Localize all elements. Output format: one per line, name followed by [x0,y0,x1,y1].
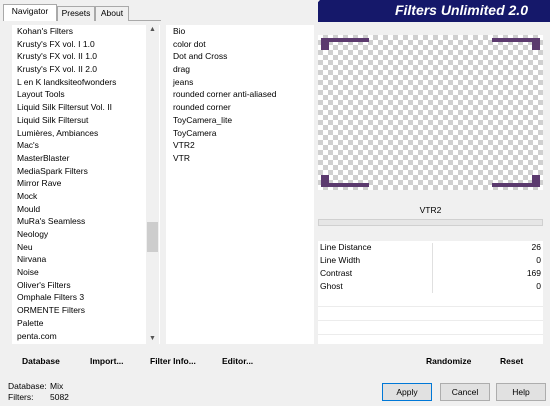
filter-list[interactable]: Bio color dot Dot and Cross drag jeans rounde… [166,25,314,344]
category-item[interactable]: L en K landksiteofwonders [12,76,160,89]
param-label: Contrast [320,268,353,278]
cancel-button[interactable]: Cancel [440,383,490,401]
param-value: 169 [526,268,541,278]
category-item[interactable]: Palette [12,317,160,330]
help-button[interactable]: Help [496,383,546,401]
category-item[interactable]: ORMENTE Filters [12,304,160,317]
param-label: Line Distance [320,242,372,252]
filter-info-button[interactable]: Filter Info... [150,354,196,368]
param-label: Line Width [320,255,361,265]
database-button[interactable]: Database [22,354,60,368]
category-item[interactable]: Krusty's FX vol. I 1.0 [12,38,160,51]
category-item[interactable]: Neu [12,241,160,254]
editor-button[interactable]: Editor... [222,354,253,368]
category-item[interactable]: Oliver's Filters [12,279,160,292]
param-value: 0 [536,255,541,265]
filter-item[interactable]: Dot and Cross [166,50,314,63]
apply-button[interactable]: Apply [382,383,432,401]
import-button[interactable]: Import... [90,354,124,368]
category-item[interactable]: MasterBlaster [12,152,160,165]
status-database-label: Database: [8,381,47,391]
category-item[interactable]: MediaSpark Filters [12,165,160,178]
category-item[interactable]: Mould [12,203,160,216]
category-item[interactable]: Krusty's FX vol. II 1.0 [12,50,160,63]
category-item[interactable]: penta.com [12,330,160,343]
filter-item[interactable]: VTR2 [166,139,314,152]
category-item[interactable]: Lumières, Ambiances [12,127,160,140]
category-item[interactable]: Kohan's Filters [12,25,160,38]
filter-item[interactable]: ToyCamera_lite [166,114,314,127]
randomize-button[interactable]: Randomize [426,354,471,368]
filter-item[interactable]: rounded corner anti-aliased [166,88,314,101]
preview-corner-br [492,175,540,187]
param-row-line [318,306,543,307]
scroll-down-icon[interactable]: ▼ [146,334,159,344]
filter-item[interactable]: VTR [166,152,314,165]
status-filters-value: 5082 [50,392,69,402]
scroll-thumb[interactable] [147,222,158,252]
category-item[interactable]: Mock [12,190,160,203]
category-item[interactable]: Photo Aging Kit [12,342,160,344]
status-filters: Filters: 5082 [8,392,69,402]
status-database-value: Mix [50,381,64,391]
param-line-distance[interactable]: Line Distance 26 [318,241,543,254]
category-item[interactable]: Liquid Silk Filtersut Vol. II [12,101,160,114]
category-item[interactable]: Mac's [12,139,160,152]
filter-item[interactable]: ToyCamera [166,127,314,140]
category-item[interactable]: Krusty's FX vol. II 2.0 [12,63,160,76]
category-item[interactable]: Layout Tools [12,88,160,101]
category-scrollbar[interactable] [146,25,159,344]
category-item[interactable]: Noise [12,266,160,279]
param-label: Ghost [320,281,343,291]
banner-title: Filters Unlimited 2.0 [318,0,550,22]
preview-corner-tr [492,38,540,50]
param-line-width[interactable]: Line Width 0 [318,254,543,267]
preview-corner-tl [321,38,369,50]
reset-button[interactable]: Reset [500,354,523,368]
category-item[interactable]: Omphale Filters 3 [12,291,160,304]
category-list[interactable]: Kohan's Filters Krusty's FX vol. I 1.0 Kru… [12,25,160,344]
param-contrast[interactable]: Contrast 169 [318,267,543,280]
filter-item[interactable]: drag [166,63,314,76]
param-row-line [318,320,543,321]
status-filters-label: Filters: [8,392,34,402]
filter-item[interactable]: jeans [166,76,314,89]
param-value: 0 [536,281,541,291]
status-database: Database: Mix [8,381,63,391]
filter-name-divider [318,219,543,226]
category-item[interactable]: Neology [12,228,160,241]
tab-presets[interactable]: Presets [57,6,95,21]
filter-item[interactable]: rounded corner [166,101,314,114]
preview-corner-bl [321,175,369,187]
scroll-up-icon[interactable]: ▲ [146,25,159,35]
category-item[interactable]: MuRa's Seamless [12,215,160,228]
tab-about[interactable]: About [95,6,129,21]
preview-image [318,35,543,190]
tab-navigator[interactable]: Navigator [3,4,57,21]
param-row-line [318,334,543,335]
category-item[interactable]: Mirror Rave [12,177,160,190]
category-item[interactable]: Nirvana [12,253,160,266]
category-item[interactable]: Liquid Silk Filtersut [12,114,160,127]
param-value: 26 [531,242,541,252]
selected-filter-name: VTR2 [419,205,442,215]
filter-item[interactable]: Bio [166,25,314,38]
filter-item[interactable]: color dot [166,38,314,51]
banner-wedge [300,0,320,22]
param-ghost[interactable]: Ghost 0 [318,280,543,293]
